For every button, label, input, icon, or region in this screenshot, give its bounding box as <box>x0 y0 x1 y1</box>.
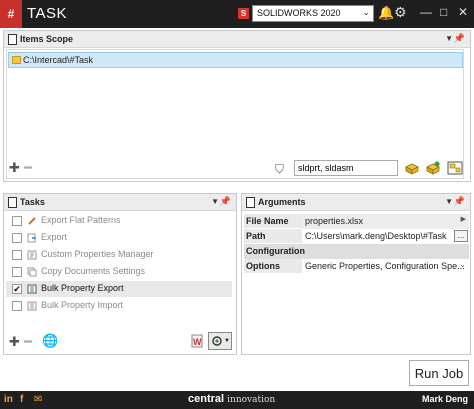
footer: in f ✉ central innovation Mark Deng <box>0 391 474 409</box>
assembly-icon[interactable] <box>425 161 441 175</box>
bulk-import-icon <box>27 301 37 311</box>
task-checkbox[interactable] <box>12 250 22 260</box>
pin-icon[interactable]: 📌 <box>454 196 465 207</box>
bell-icon[interactable]: 🔔 <box>378 5 394 21</box>
mail-icon[interactable]: ✉ <box>34 394 42 405</box>
path-field[interactable]: C:\Users\mark.deng\Desktop\#Task ... <box>302 229 469 244</box>
tools-icon <box>212 336 222 346</box>
drawing-icon[interactable] <box>447 161 463 175</box>
bulk-export-icon <box>27 284 37 294</box>
arg-key: Configuration <box>244 244 469 259</box>
list-item[interactable]: C:\Intercad\#Task <box>8 52 463 68</box>
app-logo: # <box>0 0 22 28</box>
list-item[interactable]: Export <box>6 230 232 246</box>
items-scope-header: Items Scope ▼ 📌 <box>4 31 470 48</box>
title-bar: # TASK S SOLIDWORKS 2020 ⌄ 🔔 ⚙ — □ ✕ <box>0 0 474 28</box>
clipboard-icon <box>8 197 17 208</box>
file-name-field[interactable]: properties.xlsx ▶ <box>302 214 469 229</box>
table-row: Path C:\Users\mark.deng\Desktop\#Task ..… <box>244 229 469 244</box>
document-icon <box>8 34 17 45</box>
parts-icon[interactable] <box>404 161 420 175</box>
document-icon <box>246 197 255 208</box>
items-scope-title: Items Scope <box>20 34 74 44</box>
list-item[interactable]: ✔ Bulk Property Export <box>6 281 232 297</box>
remove-task-button[interactable]: ━ <box>24 334 32 350</box>
chevron-down-icon[interactable]: ⌄ <box>459 260 466 269</box>
export-icon <box>27 233 36 243</box>
panel-dropdown-icon[interactable]: ▼ <box>211 197 219 206</box>
task-label: Bulk Property Export <box>41 283 124 293</box>
filter-icon: ⛉ <box>275 162 285 176</box>
close-button[interactable]: ✕ <box>458 5 468 19</box>
task-checkbox[interactable]: ✔ <box>12 284 22 294</box>
gear-icon[interactable]: ⚙ <box>394 4 407 21</box>
brand-light: innovation <box>227 395 276 405</box>
panel-dropdown-icon[interactable]: ▼ <box>445 197 453 206</box>
remove-scope-button[interactable]: ━ <box>24 160 32 176</box>
globe-icon[interactable]: 🌐 <box>42 333 58 349</box>
brand-bold: central <box>188 393 225 405</box>
flat-pattern-icon <box>28 217 36 225</box>
task-tools-dropdown[interactable]: ▼ <box>208 332 232 350</box>
table-row: Options Generic Properties, Configuratio… <box>244 259 469 274</box>
app-title: TASK <box>27 5 68 22</box>
user-name: Mark Deng <box>421 394 468 404</box>
minimize-button[interactable]: — <box>420 5 432 19</box>
list-item[interactable]: Export Flat Patterns <box>6 213 232 229</box>
panel-dropdown-icon[interactable]: ▼ <box>445 34 453 43</box>
arg-value: C:\Users\mark.deng\Desktop\#Task <box>305 231 447 241</box>
chevron-right-icon: ▶ <box>460 216 466 223</box>
add-scope-button[interactable]: ✚ <box>9 160 20 176</box>
pin-icon[interactable]: 📌 <box>454 33 465 44</box>
arg-key: Path <box>244 229 302 244</box>
svg-text:W: W <box>193 337 202 347</box>
task-checkbox[interactable] <box>12 233 22 243</box>
chevron-down-icon: ⌄ <box>362 7 370 17</box>
task-label: Copy Documents Settings <box>41 266 146 276</box>
solidworks-icon: S <box>238 8 249 19</box>
filter-input[interactable] <box>294 160 398 176</box>
facebook-icon[interactable]: f <box>20 394 23 405</box>
linkedin-icon[interactable]: in <box>4 394 13 405</box>
word-icon[interactable]: W <box>190 334 204 348</box>
scope-item-path: C:\Intercad\#Task <box>23 55 94 65</box>
arg-value: Generic Properties, Configuration Spe... <box>305 261 465 271</box>
list-item[interactable]: Custom Properties Manager <box>6 247 232 263</box>
task-label: Export Flat Patterns <box>41 215 121 225</box>
chevron-down-icon: ▼ <box>224 338 230 344</box>
table-row: Configuration <box>244 244 469 259</box>
arg-key: Options <box>244 259 302 274</box>
arg-key: File Name <box>244 214 302 229</box>
folder-icon <box>12 56 21 64</box>
browse-button[interactable]: ... <box>454 230 468 242</box>
tasks-header: Tasks ▼ 📌 <box>4 194 236 211</box>
table-row: File Name properties.xlsx ▶ <box>244 214 469 229</box>
add-task-button[interactable]: ✚ <box>9 334 20 350</box>
list-item[interactable]: Copy Documents Settings <box>6 264 232 280</box>
list-item[interactable]: Bulk Property Import <box>6 298 232 314</box>
copy-settings-icon <box>27 267 37 277</box>
task-checkbox[interactable] <box>12 267 22 277</box>
task-label: Custom Properties Manager <box>41 249 154 259</box>
cad-version-select[interactable]: SOLIDWORKS 2020 ⌄ <box>252 5 374 22</box>
tasks-title: Tasks <box>20 197 45 207</box>
run-job-button[interactable]: Run Job <box>409 360 469 386</box>
options-field[interactable]: Generic Properties, Configuration Spe...… <box>302 259 469 274</box>
cad-version-value: SOLIDWORKS 2020 <box>257 8 341 18</box>
arguments-title: Arguments <box>258 197 306 207</box>
properties-icon <box>27 250 37 260</box>
task-label: Export <box>41 232 68 242</box>
pin-icon[interactable]: 📌 <box>220 196 231 207</box>
task-label: Bulk Property Import <box>41 300 124 310</box>
arguments-header: Arguments ▼ 📌 <box>242 194 470 211</box>
maximize-button[interactable]: □ <box>440 5 447 19</box>
task-checkbox[interactable] <box>12 301 22 311</box>
brand-logo: central innovation <box>188 393 275 405</box>
task-checkbox[interactable] <box>12 216 22 226</box>
arg-value: properties.xlsx <box>305 216 364 226</box>
